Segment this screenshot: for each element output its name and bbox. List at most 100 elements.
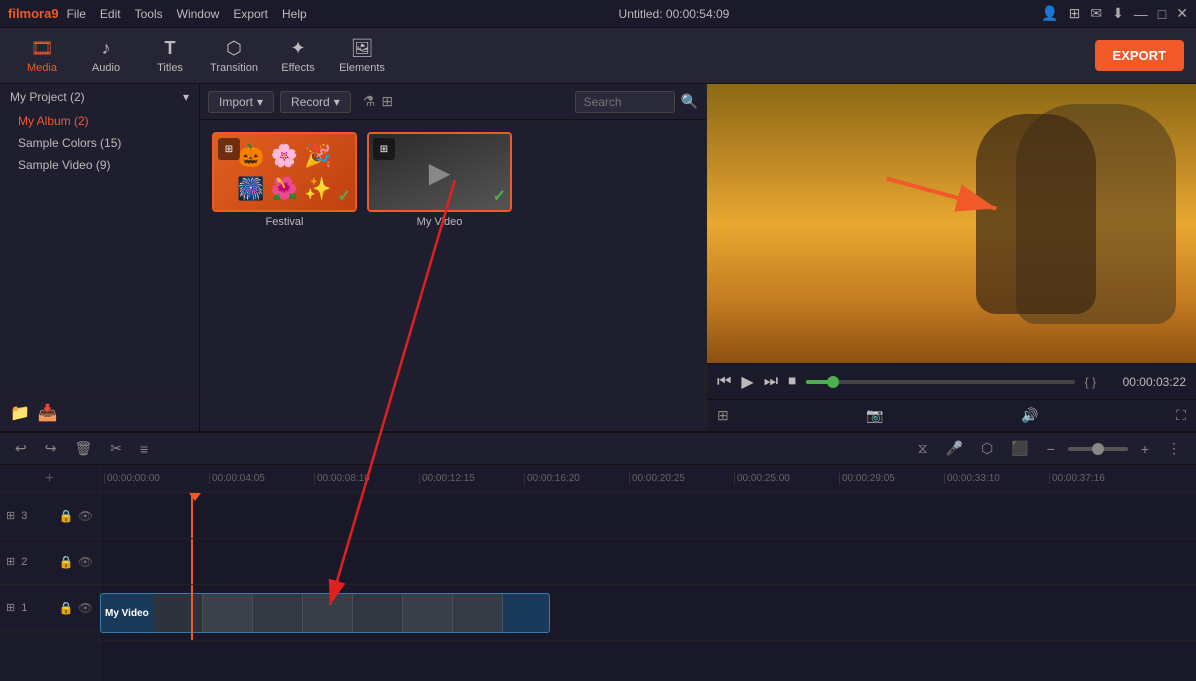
rewind-button[interactable]: ⏮ [717, 373, 731, 391]
track-1-lock-icon[interactable]: 🔒 [59, 601, 74, 615]
track-2-eye-icon[interactable]: 👁 [78, 555, 93, 569]
timecode-display: 00:00:03:22 [1106, 375, 1186, 389]
project-header[interactable]: My Project (2) ▾ [0, 84, 199, 110]
track-1-grid-icon: ⊞ [6, 601, 15, 614]
import-chevron-icon: ▾ [257, 95, 263, 109]
crop-icon[interactable]: ⬛ [1006, 438, 1033, 459]
project-label: My Project (2) [10, 90, 85, 104]
zoom-out-icon[interactable]: − [1042, 439, 1060, 459]
clip-my-video[interactable]: My Video [100, 593, 550, 633]
export-button[interactable]: EXPORT [1095, 40, 1184, 71]
tool-effects[interactable]: ✦ Effects [268, 32, 328, 80]
track-3-eye-icon[interactable]: 👁 [78, 509, 93, 523]
tool-titles[interactable]: T Titles [140, 32, 200, 80]
track-2-lock-icon[interactable]: 🔒 [59, 555, 74, 569]
media-grid: 🎃 🌸 🎉 🎆 🌺 ✨ ⊞ ✓ Festival [200, 120, 706, 240]
menu-window[interactable]: Window [177, 7, 220, 21]
track-header-1: ⊞ 1 🔒 👁 [0, 585, 100, 631]
timeline-toolbar: ↩ ↪ 🗑 ✂ ≡ ⧖ 🎤 ⬡ ⬛ − + ⋮ [0, 433, 1196, 465]
undo-button[interactable]: ↩ [10, 438, 32, 459]
thumb-check-my-video: ✓ [493, 186, 506, 206]
fullscreen-icon[interactable]: ⛶ [1176, 407, 1186, 424]
tool-audio[interactable]: ♪ Audio [76, 32, 136, 80]
scissors-button[interactable]: ✂ [105, 438, 127, 459]
preview-actions: ⊞ 📷 🔊 ⛶ [707, 399, 1196, 431]
menu-edit[interactable]: Edit [100, 7, 121, 21]
track-header-3: ⊞ 3 🔒 👁 [0, 493, 100, 539]
minimize-button[interactable]: — [1134, 6, 1148, 22]
filter-icon[interactable]: ⚗ [363, 93, 376, 110]
track-row-1: My Video [100, 585, 1196, 641]
menu-file[interactable]: File [67, 7, 86, 21]
progress-bar[interactable] [806, 380, 1075, 384]
tool-media[interactable]: 🎞 Media [12, 32, 72, 80]
play-button[interactable]: ▶ [741, 372, 753, 392]
tool-transition-label: Transition [210, 62, 258, 74]
snapshot-icon[interactable]: 📷 [866, 407, 883, 424]
import-button[interactable]: Import ▾ [208, 91, 274, 113]
layout-icon[interactable]: ⊞ [1069, 5, 1081, 22]
grid-icon[interactable]: ⊞ [381, 93, 393, 110]
search-input[interactable] [575, 91, 675, 113]
download-icon[interactable]: ⬇ [1112, 5, 1124, 22]
mark-in-icon[interactable]: ⧖ [913, 438, 933, 459]
redo-button[interactable]: ↪ [40, 438, 62, 459]
add-track-icon[interactable]: + [45, 470, 54, 488]
media-thumb-my-video[interactable]: ▶ ⊞ ✓ [367, 132, 512, 212]
media-icon: 🎞 [31, 38, 54, 59]
sidebar-item-sample-colors[interactable]: Sample Colors (15) [0, 132, 199, 154]
main-area: My Project (2) ▾ My Album (2) Sample Col… [0, 84, 1196, 431]
progress-handle[interactable] [827, 376, 839, 388]
add-folder-icon[interactable]: 📁 [10, 403, 30, 423]
more-icon[interactable]: ⋮ [1162, 438, 1186, 459]
tool-titles-label: Titles [157, 62, 183, 74]
close-button[interactable]: ✕ [1176, 5, 1188, 22]
delete-button[interactable]: 🗑 [69, 438, 97, 459]
timeline-ruler[interactable]: 00:00:00:00 00:00:04:05 00:00:08:10 00:0… [100, 465, 1196, 493]
tool-transition[interactable]: ⬡ Transition [204, 32, 264, 80]
track-row-2 [100, 539, 1196, 585]
titlebar: filmora9 File Edit Tools Window Export H… [0, 0, 1196, 28]
pip-icon[interactable]: ⊞ [717, 407, 729, 424]
sidebar-item-my-album[interactable]: My Album (2) [0, 110, 199, 132]
tool-elements-label: Elements [339, 62, 385, 74]
menu-export[interactable]: Export [233, 7, 268, 21]
track-3-grid-icon: ⊞ [6, 509, 15, 522]
volume-icon[interactable]: 🔊 [1021, 407, 1038, 424]
maximize-button[interactable]: □ [1158, 6, 1166, 22]
list-item[interactable]: 🎃 🌸 🎉 🎆 🌺 ✨ ⊞ ✓ Festival [212, 132, 357, 228]
braces-icon[interactable]: { } [1085, 375, 1096, 389]
tool-elements[interactable]: 🖼 Elements [332, 32, 392, 80]
preview-panel: ⏮ ▶ ⏭ ⏹ { } 00:00:03:22 ⊞ 📷 🔊 ⛶ [706, 84, 1196, 431]
next-button[interactable]: ⏭ [764, 373, 778, 391]
preview-controls: ⏮ ▶ ⏭ ⏹ { } 00:00:03:22 [707, 363, 1196, 399]
import-folder-icon[interactable]: 📥 [38, 403, 58, 423]
zoom-in-icon[interactable]: + [1136, 439, 1154, 459]
track-3-lock-icon[interactable]: 🔒 [59, 509, 74, 523]
mail-icon[interactable]: ✉ [1090, 5, 1102, 22]
track-row-3 [100, 493, 1196, 539]
record-button[interactable]: Record ▾ [280, 91, 351, 113]
playhead-marker [189, 493, 201, 501]
user-icon[interactable]: 👤 [1041, 5, 1058, 22]
list-item[interactable]: ▶ ⊞ ✓ My Video [367, 132, 512, 228]
ruler-tick: 00:00:04:05 [209, 473, 314, 484]
mic-icon[interactable]: 🎤 [941, 438, 968, 459]
titlebar-controls: 👤 ⊞ ✉ ⬇ — □ ✕ [1041, 5, 1188, 22]
detach-icon[interactable]: ⬡ [976, 438, 998, 459]
search-icon[interactable]: 🔍 [681, 93, 698, 110]
media-thumb-festival[interactable]: 🎃 🌸 🎉 🎆 🌺 ✨ ⊞ ✓ [212, 132, 357, 212]
stop-button[interactable]: ⏹ [788, 373, 796, 391]
sidebar-item-sample-video[interactable]: Sample Video (9) [0, 154, 199, 176]
menu-help[interactable]: Help [282, 7, 307, 21]
ruler-tick: 00:00:37:16 [1049, 473, 1154, 484]
tool-audio-label: Audio [92, 62, 120, 74]
zoom-slider[interactable] [1068, 447, 1128, 451]
track-1-eye-icon[interactable]: 👁 [78, 601, 93, 615]
ruler-tick: 00:00:33:10 [944, 473, 1049, 484]
menu-tools[interactable]: Tools [135, 7, 163, 21]
tracks-header-col: + ⊞ 3 🔒 👁 ⊞ 2 🔒 👁 [0, 465, 100, 681]
adjust-button[interactable]: ≡ [135, 439, 153, 459]
track-2-icons: 🔒 👁 [59, 555, 93, 569]
app-logo: filmora9 [8, 6, 59, 21]
